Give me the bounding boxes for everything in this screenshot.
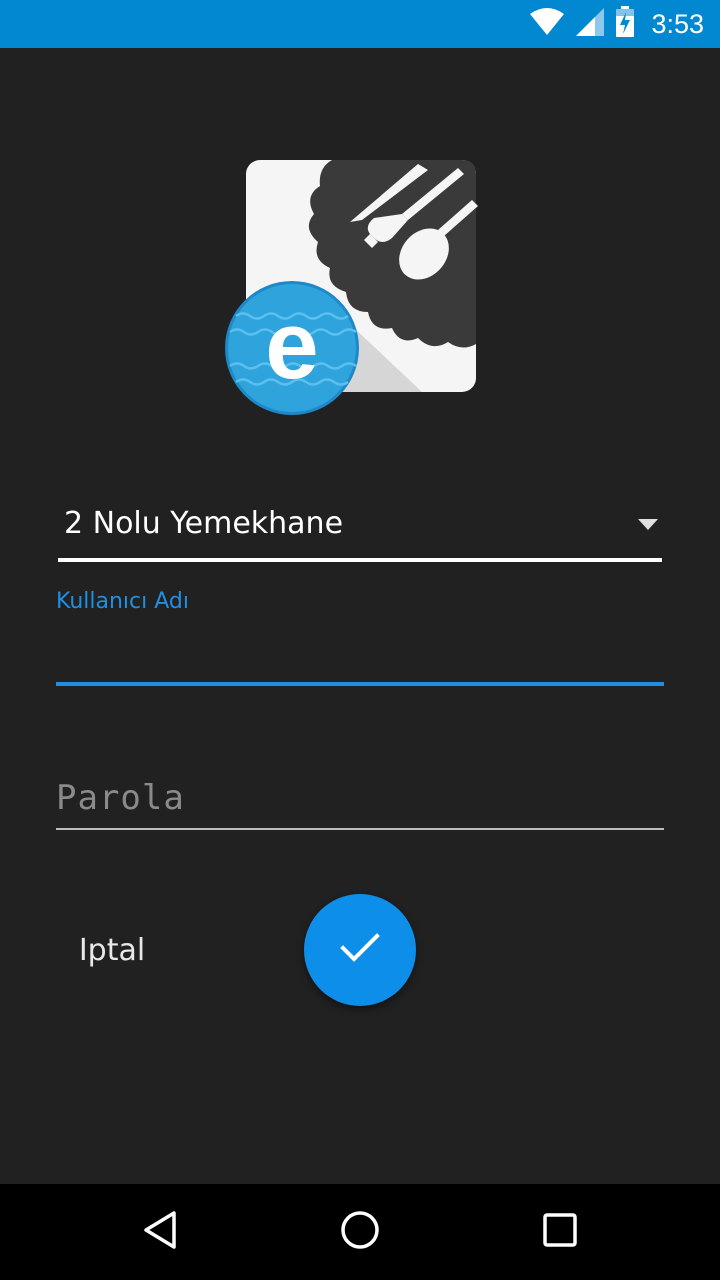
status-time: 3:53 (651, 8, 704, 39)
app-logo: e (222, 156, 480, 418)
recents-icon (542, 1212, 578, 1253)
wifi-icon (529, 7, 565, 41)
cancel-button[interactable]: Iptal (60, 920, 164, 980)
dropdown-underline (58, 558, 662, 562)
battery-charging-icon (615, 5, 635, 43)
password-underline (56, 828, 664, 830)
dining-hall-selected: 2 Nolu Yemekhane (64, 506, 344, 541)
username-label: Kullanıcı Adı (56, 589, 189, 614)
navigation-bar (0, 1184, 720, 1280)
back-icon (142, 1210, 178, 1255)
status-icons: 3:53 (529, 0, 704, 48)
back-button[interactable] (100, 1184, 220, 1280)
recents-button[interactable] (500, 1184, 620, 1280)
password-input[interactable] (56, 772, 664, 824)
confirm-button[interactable] (304, 894, 416, 1006)
username-underline (56, 682, 664, 686)
home-button[interactable] (300, 1184, 420, 1280)
username-input[interactable] (56, 628, 664, 678)
dining-hall-dropdown[interactable]: 2 Nolu Yemekhane (58, 496, 662, 562)
status-bar: 3:53 (0, 0, 720, 48)
logo-letter: e (265, 292, 318, 399)
logo-badge: e (225, 281, 359, 415)
home-icon (340, 1210, 380, 1255)
signal-icon (575, 7, 605, 42)
chevron-down-icon (638, 518, 658, 536)
check-icon (340, 932, 380, 968)
